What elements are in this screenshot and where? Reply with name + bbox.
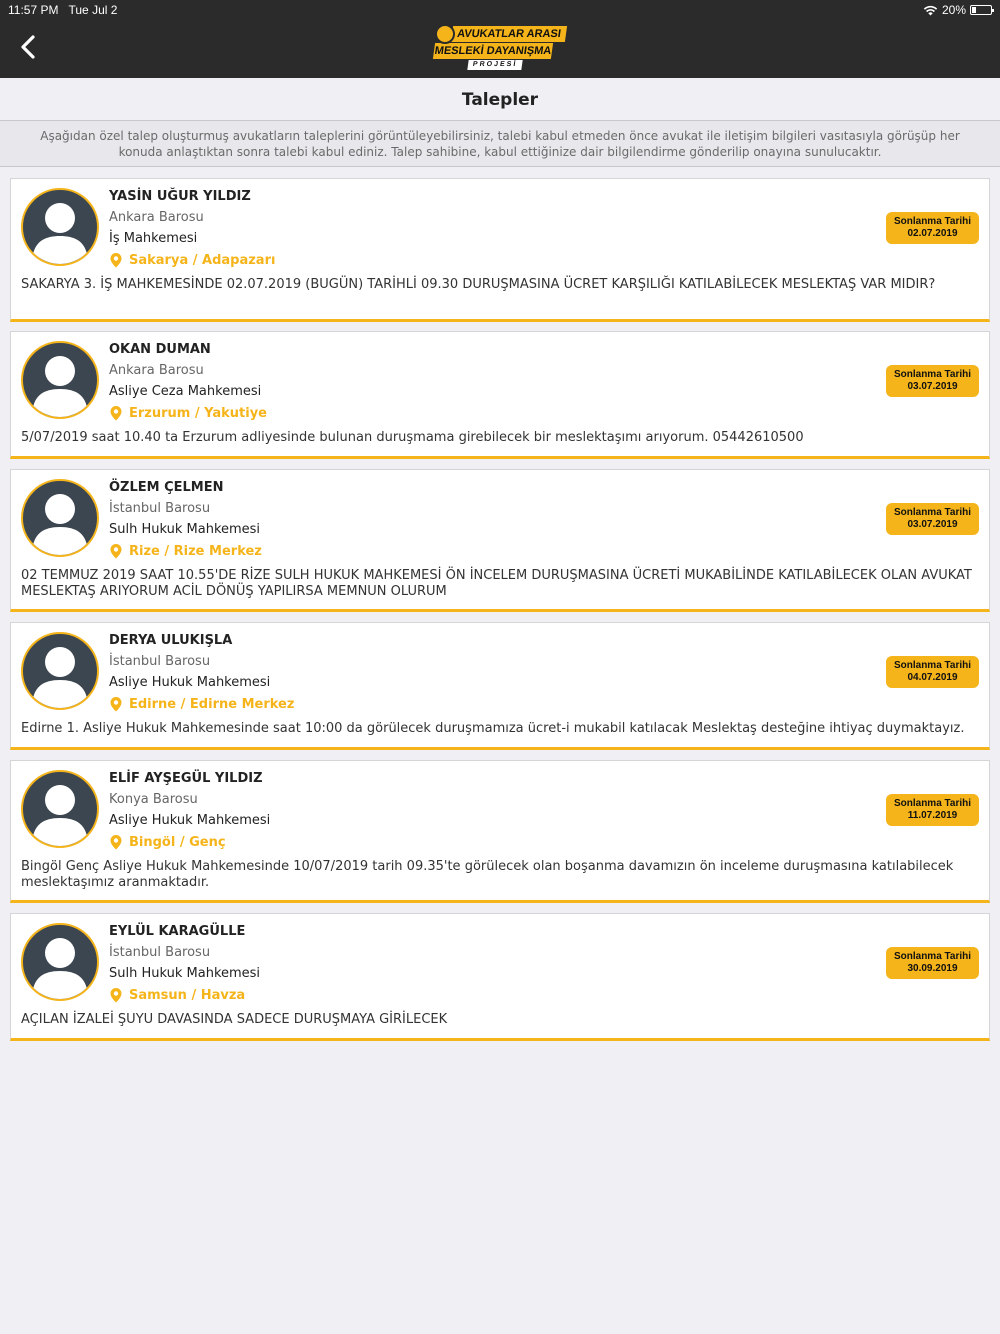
bar-association: İstanbul Barosu bbox=[109, 501, 211, 516]
location-pin-icon bbox=[110, 544, 122, 559]
request-card[interactable]: OKAN DUMAN Ankara Barosu Asliye Ceza Mahke… bbox=[10, 331, 990, 459]
battery-icon bbox=[970, 5, 994, 15]
location-pin-icon bbox=[110, 253, 122, 268]
location-label: Edirne / Edirne Merkez bbox=[129, 696, 295, 712]
logo-seal-icon bbox=[435, 24, 455, 44]
deadline-date: 03.07.2019 bbox=[907, 519, 958, 530]
lawyer-name: ÖZLEM ÇELMEN bbox=[109, 480, 224, 495]
court-type: Asliye Hukuk Mahkemesi bbox=[109, 675, 271, 690]
wifi-icon bbox=[923, 5, 938, 15]
app-header: 11:57 PM Tue Jul 2 20% AVUKATLAR ARASI M… bbox=[0, 0, 1000, 78]
deadline-badge: Sonlanma Tarihi 04.07.2019 bbox=[886, 656, 979, 688]
location: Erzurum / Yakutiye bbox=[109, 405, 267, 421]
deadline-label: Sonlanma Tarihi bbox=[893, 507, 972, 518]
location-label: Erzurum / Yakutiye bbox=[129, 405, 267, 421]
deadline-date: 03.07.2019 bbox=[907, 381, 958, 392]
location-pin-icon bbox=[110, 406, 122, 421]
info-text: Aşağıdan özel talep oluşturmuş avukatlar… bbox=[0, 120, 1000, 167]
lawyer-name: ELİF AYŞEGÜL YILDIZ bbox=[109, 771, 263, 786]
bar-association: Ankara Barosu bbox=[109, 363, 204, 378]
avatar bbox=[21, 479, 99, 557]
location: Sakarya / Adapazarı bbox=[109, 252, 275, 268]
avatar bbox=[21, 632, 99, 710]
court-type: Sulh Hukuk Mahkemesi bbox=[109, 522, 261, 537]
request-description: 5/07/2019 saat 10.40 ta Erzurum adliyesi… bbox=[21, 430, 804, 445]
request-card[interactable]: EYLÜL KARAGÜLLE İstanbul Barosu Sulh Hukuk… bbox=[10, 913, 990, 1041]
request-card[interactable]: DERYA ULUKIŞLA İstanbul Barosu Asliye Huku… bbox=[10, 622, 990, 750]
back-chevron-icon[interactable] bbox=[16, 34, 40, 60]
battery-percent: 20% bbox=[941, 3, 966, 17]
location: Rize / Rize Merkez bbox=[109, 543, 262, 559]
avatar-placeholder-icon bbox=[32, 356, 88, 417]
deadline-badge: Sonlanma Tarihi 03.07.2019 bbox=[886, 503, 979, 535]
app-logo: AVUKATLAR ARASI MESLEKİ DAYANIŞMA PROJES… bbox=[432, 23, 568, 71]
court-type: Sulh Hukuk Mahkemesi bbox=[109, 966, 261, 981]
avatar bbox=[21, 188, 99, 266]
avatar bbox=[21, 923, 99, 1001]
bar-association: Ankara Barosu bbox=[109, 210, 204, 225]
status-indicators: 20% bbox=[923, 3, 994, 17]
location-label: Rize / Rize Merkez bbox=[129, 543, 262, 559]
avatar-placeholder-icon bbox=[32, 494, 88, 555]
location-pin-icon bbox=[110, 835, 122, 850]
avatar-placeholder-icon bbox=[32, 938, 88, 999]
deadline-date: 04.07.2019 bbox=[907, 672, 958, 683]
location-pin-icon bbox=[110, 697, 122, 712]
logo-line1: AVUKATLAR ARASI bbox=[450, 26, 568, 42]
avatar-placeholder-icon bbox=[32, 785, 88, 846]
location-pin-icon bbox=[110, 988, 122, 1003]
location-label: Samsun / Havza bbox=[129, 987, 246, 1003]
location-label: Sakarya / Adapazarı bbox=[129, 252, 276, 268]
request-card[interactable]: ELİF AYŞEGÜL YILDIZ Konya Barosu Asliye Hu… bbox=[10, 760, 990, 903]
request-card[interactable]: YASİN UĞUR YILDIZ Ankara Barosu İş Mahkeme… bbox=[10, 178, 990, 322]
page-title: Talepler bbox=[0, 78, 1000, 120]
avatar bbox=[21, 341, 99, 419]
deadline-label: Sonlanma Tarihi bbox=[893, 951, 972, 962]
logo-line3: PROJESİ bbox=[467, 60, 523, 70]
deadline-label: Sonlanma Tarihi bbox=[893, 660, 972, 671]
bar-association: İstanbul Barosu bbox=[109, 654, 211, 669]
request-card[interactable]: ÖZLEM ÇELMEN İstanbul Barosu Sulh Hukuk Ma… bbox=[10, 469, 990, 612]
request-description: Edirne 1. Asliye Hukuk Mahkemesinde saat… bbox=[21, 721, 965, 736]
lawyer-name: DERYA ULUKIŞLA bbox=[109, 633, 233, 648]
court-type: Asliye Ceza Mahkemesi bbox=[109, 384, 262, 399]
deadline-date: 11.07.2019 bbox=[907, 810, 958, 821]
deadline-label: Sonlanma Tarihi bbox=[893, 216, 972, 227]
request-description: Bingöl Genç Asliye Hukuk Mahkemesinde 10… bbox=[21, 859, 954, 890]
deadline-label: Sonlanma Tarihi bbox=[893, 369, 972, 380]
deadline-date: 02.07.2019 bbox=[907, 228, 958, 239]
deadline-badge: Sonlanma Tarihi 03.07.2019 bbox=[886, 365, 979, 397]
lawyer-name: EYLÜL KARAGÜLLE bbox=[109, 924, 246, 939]
logo-line2: MESLEKİ DAYANIŞMA bbox=[432, 43, 554, 59]
location: Samsun / Havza bbox=[109, 987, 245, 1003]
request-description: SAKARYA 3. İŞ MAHKEMESİNDE 02.07.2019 (B… bbox=[21, 277, 936, 292]
avatar-placeholder-icon bbox=[32, 647, 88, 708]
court-type: İş Mahkemesi bbox=[109, 231, 198, 246]
lawyer-name: YASİN UĞUR YILDIZ bbox=[109, 189, 251, 204]
status-time: 11:57 PM Tue Jul 2 bbox=[8, 3, 118, 17]
deadline-badge: Sonlanma Tarihi 02.07.2019 bbox=[886, 212, 979, 244]
deadline-badge: Sonlanma Tarihi 30.09.2019 bbox=[886, 947, 979, 979]
location: Edirne / Edirne Merkez bbox=[109, 696, 294, 712]
bar-association: Konya Barosu bbox=[109, 792, 198, 807]
location-label: Bingöl / Genç bbox=[129, 834, 226, 850]
bar-association: İstanbul Barosu bbox=[109, 945, 211, 960]
location: Bingöl / Genç bbox=[109, 834, 226, 850]
avatar bbox=[21, 770, 99, 848]
lawyer-name: OKAN DUMAN bbox=[109, 342, 211, 357]
deadline-label: Sonlanma Tarihi bbox=[893, 798, 972, 809]
deadline-date: 30.09.2019 bbox=[907, 963, 958, 974]
deadline-badge: Sonlanma Tarihi 11.07.2019 bbox=[886, 794, 979, 826]
avatar-placeholder-icon bbox=[32, 203, 88, 264]
request-description: 02 TEMMUZ 2019 SAAT 10.55'DE RİZE SULH H… bbox=[21, 568, 972, 599]
request-description: AÇILAN İZALEİ ŞUYU DAVASINDA SADECE DURU… bbox=[21, 1012, 448, 1027]
court-type: Asliye Hukuk Mahkemesi bbox=[109, 813, 271, 828]
